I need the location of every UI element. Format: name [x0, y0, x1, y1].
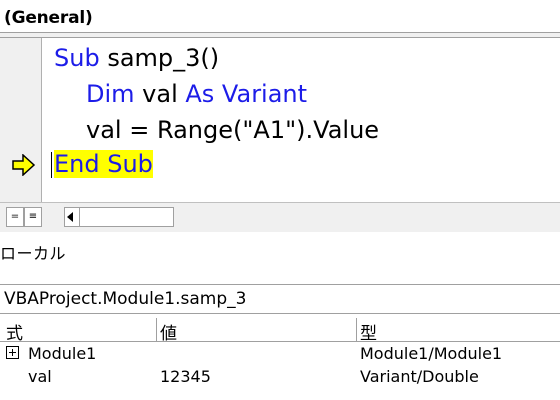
row-type: Module1/Module1: [360, 344, 503, 363]
row-expression: Module1: [28, 344, 97, 363]
scroll-left-icon[interactable]: [67, 212, 73, 222]
keyword: As Variant: [185, 80, 308, 108]
column-divider[interactable]: [156, 318, 157, 342]
code-text: val: [134, 80, 186, 108]
full-module-view-icon: ≡: [28, 211, 38, 222]
execution-point-arrow-icon: [12, 154, 36, 176]
margin-indicator-bar[interactable]: [0, 38, 42, 202]
code-line-assignment[interactable]: val = Range("A1").Value: [86, 116, 379, 144]
locals-context-bar: VBAProject.Module1.samp_3: [0, 284, 560, 314]
code-line-end-sub[interactable]: End Sub: [54, 150, 153, 178]
column-divider[interactable]: [356, 318, 357, 342]
column-header-expression[interactable]: 式: [6, 319, 23, 344]
scrollbar-divider: [79, 208, 80, 226]
execution-highlight: End Sub: [54, 150, 153, 178]
code-line-dim[interactable]: Dim val As Variant: [86, 80, 307, 108]
full-module-view-button[interactable]: ≡: [24, 207, 42, 227]
locals-grid-header: 式 値 型: [0, 318, 560, 344]
code-editor[interactable]: Sub samp_3() Dim val As Variant val = Ra…: [0, 38, 560, 202]
row-type: Variant/Double: [360, 367, 479, 386]
code-text: samp_3(): [99, 44, 220, 72]
horizontal-scrollbar[interactable]: [64, 207, 174, 227]
object-dropdown-value: (General): [4, 8, 93, 28]
keyword: Sub: [54, 44, 100, 72]
locals-row-module1[interactable]: Module1 Module1/Module1: [0, 343, 560, 365]
row-expression: val: [28, 367, 52, 386]
object-dropdown[interactable]: (General): [0, 0, 560, 33]
procedure-view-button[interactable]: =: [6, 207, 24, 227]
row-value: 12345: [160, 367, 211, 386]
expand-plus-icon[interactable]: [6, 346, 19, 359]
column-header-type[interactable]: 型: [360, 319, 377, 344]
locals-window-title: ローカル: [0, 244, 67, 263]
locals-row-val[interactable]: val 12345 Variant/Double: [0, 366, 560, 388]
column-header-value[interactable]: 値: [160, 319, 177, 344]
text-cursor: [51, 152, 52, 178]
view-toggle-bar: = ≡: [0, 202, 560, 232]
procedure-view-icon: =: [10, 211, 20, 222]
locals-context-text: VBAProject.Module1.samp_3: [4, 289, 247, 309]
code-text: val = Range("A1").Value: [86, 116, 380, 144]
keyword: Dim: [86, 80, 135, 108]
code-line-sub[interactable]: Sub samp_3(): [54, 44, 219, 72]
